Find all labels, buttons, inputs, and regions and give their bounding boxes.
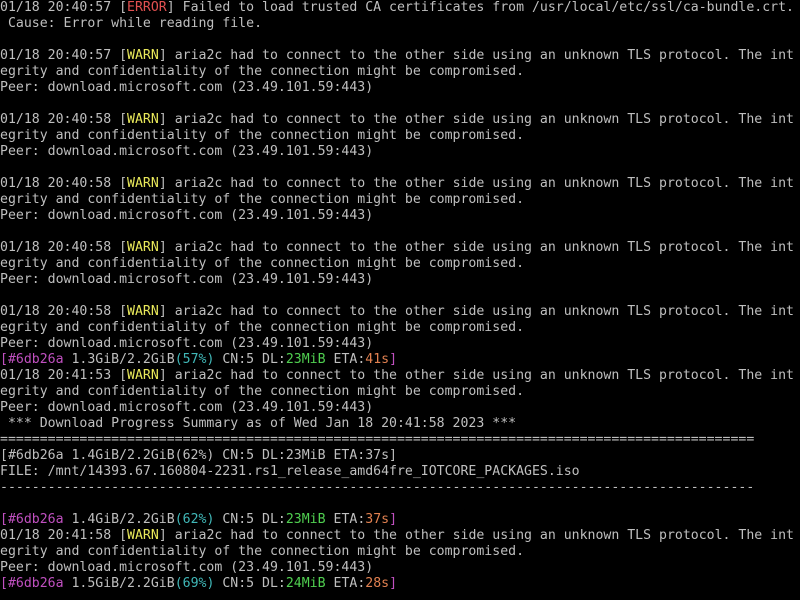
log-timestamp: 01/18 20:40:58 [: [0, 304, 128, 319]
download-percent: (62%): [174, 512, 215, 527]
log-line-peer: Peer: download.microsoft.com (23.49.101.…: [0, 208, 374, 223]
log-message: ] aria2c had to connect to the other sid…: [158, 112, 794, 127]
warn-tag: WARN: [127, 304, 159, 319]
log-line-warn: 01/18 20:40:58 [WARN] aria2c had to conn…: [0, 304, 800, 320]
progress-bracket-open: [: [0, 352, 8, 367]
summary-file: FILE: /mnt/14393.67.160804-2231.rs1_rele…: [0, 464, 580, 479]
summary-rule-double: ========================================…: [0, 432, 755, 447]
download-gid: #6db26a: [7, 576, 64, 591]
download-speed: 23MiB: [285, 352, 326, 367]
download-gid: #6db26a: [7, 352, 64, 367]
warn-tag: WARN: [127, 48, 159, 63]
log-timestamp: 01/18 20:40:58 [: [0, 240, 128, 255]
log-line-peer: Peer: download.microsoft.com (23.49.101.…: [0, 272, 374, 287]
progress-bracket-close: ]: [389, 512, 398, 527]
log-line-continuation: egrity and confidentiality of the connec…: [0, 544, 525, 559]
connection-count: CN:5 DL:: [214, 352, 286, 367]
eta-label: ETA:: [325, 512, 366, 527]
summary-header: *** Download Progress Summary as of Wed …: [0, 416, 517, 431]
error-tag: ERROR: [127, 0, 167, 15]
log-line-continuation: egrity and confidentiality of the connec…: [0, 128, 525, 143]
download-gid: #6db26a: [7, 512, 64, 527]
warn-tag: WARN: [127, 112, 159, 127]
log-line-peer: Peer: download.microsoft.com (23.49.101.…: [0, 560, 374, 575]
download-size: 1.3GiB/2.2GiB: [63, 352, 175, 367]
log-message: ] Failed to load trusted CA certificates…: [166, 0, 794, 15]
log-timestamp: 01/18 20:41:58 [: [0, 528, 128, 543]
log-message: ] aria2c had to connect to the other sid…: [158, 240, 794, 255]
log-message: ] aria2c had to connect to the other sid…: [158, 528, 794, 543]
log-line-error: 01/18 20:40:57 [ERROR] Failed to load tr…: [0, 0, 800, 16]
log-line-peer: Peer: download.microsoft.com (23.49.101.…: [0, 80, 374, 95]
log-line-warn: 01/18 20:40:57 [WARN] aria2c had to conn…: [0, 48, 800, 64]
warn-tag: WARN: [127, 176, 159, 191]
progress-line: [#6db26a 1.5GiB/2.2GiB(69%) CN:5 DL:24Mi…: [0, 576, 800, 592]
log-timestamp: 01/18 20:40:58 [: [0, 112, 128, 127]
download-percent: (57%): [174, 352, 215, 367]
progress-line: [#6db26a 1.3GiB/2.2GiB(57%) CN:5 DL:23Mi…: [0, 352, 800, 368]
log-line-continuation: egrity and confidentiality of the connec…: [0, 256, 525, 271]
log-message: ] aria2c had to connect to the other sid…: [158, 304, 794, 319]
log-line-continuation: egrity and confidentiality of the connec…: [0, 384, 525, 399]
eta-label: ETA:: [325, 576, 366, 591]
log-message: ] aria2c had to connect to the other sid…: [158, 368, 794, 383]
log-message: ] aria2c had to connect to the other sid…: [158, 176, 794, 191]
log-line-peer: Peer: download.microsoft.com (23.49.101.…: [0, 144, 374, 159]
summary-rule-single: ----------------------------------------…: [0, 480, 755, 495]
warn-tag: WARN: [127, 240, 159, 255]
log-line-peer: Peer: download.microsoft.com (23.49.101.…: [0, 336, 374, 351]
terminal-window[interactable]: 01/18 20:40:57 [ERROR] Failed to load tr…: [0, 0, 800, 600]
progress-line: [#6db26a 1.4GiB/2.2GiB(62%) CN:5 DL:23Mi…: [0, 512, 800, 528]
warn-tag: WARN: [127, 528, 159, 543]
eta-label: ETA:: [325, 352, 366, 367]
progress-bracket-open: [: [0, 512, 8, 527]
log-line-cause: Cause: Error while reading file.: [0, 16, 263, 31]
log-timestamp: 01/18 20:40:58 [: [0, 176, 128, 191]
log-timestamp: 01/18 20:40:57 [: [0, 48, 128, 63]
download-eta: 41s: [365, 352, 390, 367]
download-speed: 24MiB: [285, 576, 326, 591]
summary-status: [#6db26a 1.4GiB/2.2GiB(62%) CN:5 DL:23Mi…: [0, 448, 397, 463]
progress-bracket-close: ]: [389, 352, 398, 367]
download-speed: 23MiB: [285, 512, 326, 527]
log-line-continuation: egrity and confidentiality of the connec…: [0, 192, 525, 207]
download-size: 1.5GiB/2.2GiB: [63, 576, 175, 591]
download-eta: 28s: [365, 576, 390, 591]
download-size: 1.4GiB/2.2GiB: [63, 512, 175, 527]
download-percent: (69%): [174, 576, 215, 591]
connection-count: CN:5 DL:: [214, 576, 286, 591]
log-line-warn: 01/18 20:41:53 [WARN] aria2c had to conn…: [0, 368, 800, 384]
log-line-warn: 01/18 20:40:58 [WARN] aria2c had to conn…: [0, 112, 800, 128]
log-timestamp: 01/18 20:41:53 [: [0, 368, 128, 383]
connection-count: CN:5 DL:: [214, 512, 286, 527]
log-line-peer: Peer: download.microsoft.com (23.49.101.…: [0, 400, 374, 415]
log-line-continuation: egrity and confidentiality of the connec…: [0, 320, 525, 335]
log-message: ] aria2c had to connect to the other sid…: [158, 48, 794, 63]
download-eta: 37s: [365, 512, 390, 527]
warn-tag: WARN: [127, 368, 159, 383]
log-line-warn: 01/18 20:40:58 [WARN] aria2c had to conn…: [0, 240, 800, 256]
log-line-warn: 01/18 20:40:58 [WARN] aria2c had to conn…: [0, 176, 800, 192]
progress-bracket-close: ]: [389, 576, 398, 591]
log-timestamp: 01/18 20:40:57 [: [0, 0, 128, 15]
log-line-warn: 01/18 20:41:58 [WARN] aria2c had to conn…: [0, 528, 800, 544]
progress-bracket-open: [: [0, 576, 8, 591]
log-line-continuation: egrity and confidentiality of the connec…: [0, 64, 525, 79]
